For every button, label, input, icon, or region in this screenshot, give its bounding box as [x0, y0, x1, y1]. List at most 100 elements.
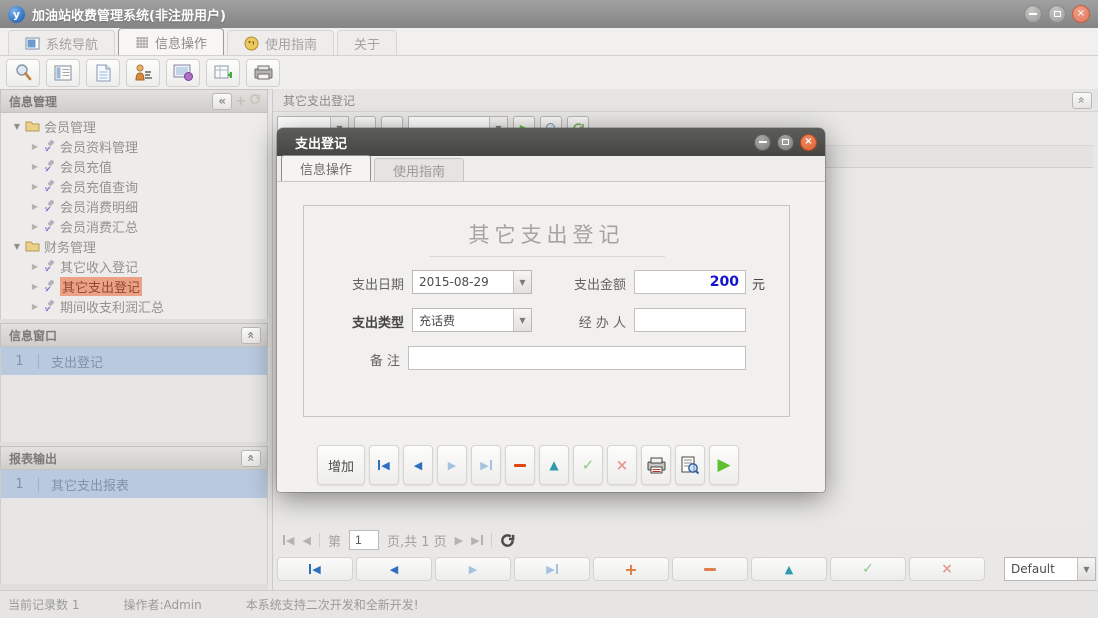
dlg-edit-button[interactable]: ▲	[539, 445, 569, 485]
remark-label: 备 注	[342, 350, 400, 369]
add-icon: +	[235, 94, 246, 109]
expand-closed-icon[interactable]: ▶	[29, 162, 41, 171]
page-prefix-label: 第	[328, 531, 341, 550]
expand-closed-icon[interactable]: ▶	[29, 282, 41, 291]
page-next-button[interactable]: ▶	[455, 534, 463, 547]
handler-input[interactable]	[634, 308, 746, 332]
dlg-print-button[interactable]	[641, 445, 671, 485]
expand-closed-icon[interactable]: ▶	[29, 222, 41, 231]
caret-down-icon: ▼	[513, 309, 531, 331]
expand-closed-icon[interactable]: ▶	[29, 302, 41, 311]
bottom-next-button[interactable]: ▶	[435, 557, 511, 581]
tree-folder-member-mgmt[interactable]: ▼ 会员管理	[1, 116, 267, 136]
dialog-maximize-button[interactable]	[777, 134, 794, 151]
dlg-preview-button[interactable]	[675, 445, 705, 485]
card-list-icon	[54, 65, 72, 81]
table-add-button[interactable]	[206, 59, 240, 87]
dlg-delete-button[interactable]	[505, 445, 535, 485]
edit-record-icon: ▲	[549, 458, 558, 472]
dialog-close-button[interactable]: ×	[800, 134, 817, 151]
close-button[interactable]: ×	[1072, 5, 1090, 23]
expand-closed-icon[interactable]: ▶	[29, 202, 41, 211]
expand-open-icon[interactable]: ▼	[11, 242, 23, 251]
collapse-left-icon: «	[218, 94, 226, 108]
date-label: 支出日期	[342, 274, 404, 293]
dialog-tab-info-operation[interactable]: 信息操作	[281, 155, 371, 181]
page-input[interactable]	[349, 530, 379, 550]
dialog-titlebar: 支出登记 ×	[277, 128, 825, 156]
tool-icon	[43, 300, 56, 312]
bottom-cancel-button[interactable]: ×	[909, 557, 985, 581]
operator-label: 操作者:Admin	[123, 596, 201, 613]
bottom-last-button[interactable]: ▶	[514, 557, 590, 581]
amount-input[interactable]	[634, 270, 746, 294]
tree-item-recharge-query[interactable]: ▶ 会员充值查询	[1, 176, 267, 196]
dlg-next-button[interactable]: ▶	[437, 445, 467, 485]
document-button[interactable]	[86, 59, 120, 87]
dlg-first-button[interactable]: ◀	[369, 445, 399, 485]
tab-info-operation[interactable]: 信息操作	[118, 28, 224, 55]
tab-user-guide[interactable]: 使用指南	[227, 30, 334, 55]
titlebar: y 加油站收费管理系统(非注册用户) ×	[0, 0, 1098, 28]
dlg-run-button[interactable]: ▶	[709, 445, 739, 485]
bottom-first-button[interactable]: ◀	[277, 557, 353, 581]
dlg-prev-button[interactable]: ◀	[403, 445, 433, 485]
dlg-cancel-button[interactable]: ×	[607, 445, 637, 485]
info-window-row[interactable]: 1 支出登记	[1, 347, 267, 375]
monitor-globe-icon	[173, 64, 193, 81]
minimize-icon	[759, 141, 767, 143]
main-panel-collapse-button[interactable]: «	[1072, 92, 1092, 109]
tree-item-member-recharge[interactable]: ▶ 会员充值	[1, 156, 267, 176]
tree-folder-finance-mgmt[interactable]: ▼ 财务管理	[1, 236, 267, 256]
expand-closed-icon[interactable]: ▶	[29, 262, 41, 271]
tree-item-profit-summary[interactable]: ▶ 期间收支利润汇总	[1, 296, 267, 316]
remark-input[interactable]	[408, 346, 746, 370]
bottom-add-button[interactable]: +	[593, 557, 669, 581]
page-first-button[interactable]: ◀	[283, 534, 294, 547]
form-heading: 其它支出登记	[304, 219, 789, 249]
maximize-button[interactable]	[1048, 5, 1066, 23]
info-mgmt-tree: ▼ 会员管理 ▶ 会员资料管理 ▶ 会员充值 ▶ 会员充值查询 ▶	[0, 113, 268, 319]
bottom-post-button[interactable]: ✓	[830, 557, 906, 581]
minimize-icon	[1029, 13, 1037, 15]
tab-about[interactable]: 关于	[337, 30, 397, 55]
page-prev-button[interactable]: ◀	[302, 534, 310, 547]
page-last-button[interactable]: ▶	[471, 534, 482, 547]
type-dropdown[interactable]: 充话费 ▼	[412, 308, 532, 332]
dlg-add-button[interactable]: 增加	[317, 445, 365, 485]
dlg-post-button[interactable]: ✓	[573, 445, 603, 485]
page-refresh-button[interactable]	[500, 533, 515, 548]
search-button[interactable]	[6, 59, 40, 87]
tree-item-other-income[interactable]: ▶ 其它收入登记	[1, 256, 267, 276]
dialog-minimize-button[interactable]	[754, 134, 771, 151]
sidebar-collapse-button[interactable]: «	[212, 93, 232, 110]
printer-button[interactable]	[246, 59, 280, 87]
delete-record-icon	[704, 568, 716, 571]
info-window-collapse-button[interactable]: «	[241, 327, 261, 344]
expense-form: 其它支出登记 支出日期 2015-08-29 ▼ 支出金额 元 支出类型 充话费…	[303, 205, 790, 417]
bottom-delete-button[interactable]	[672, 557, 748, 581]
next-record-icon: ▶	[448, 459, 456, 472]
report-output-row[interactable]: 1 其它支出报表	[1, 470, 267, 498]
tool-icon	[43, 280, 56, 292]
dialog-tab-user-guide[interactable]: 使用指南	[374, 158, 464, 181]
monitor-button[interactable]	[166, 59, 200, 87]
bottom-edit-button[interactable]: ▲	[751, 557, 827, 581]
bottom-prev-button[interactable]: ◀	[356, 557, 432, 581]
expand-open-icon[interactable]: ▼	[11, 122, 23, 131]
date-dropdown[interactable]: 2015-08-29 ▼	[412, 270, 532, 294]
tree-item-consume-summary[interactable]: ▶ 会员消费汇总	[1, 216, 267, 236]
tree-item-consume-detail[interactable]: ▶ 会员消费明细	[1, 196, 267, 216]
tree-item-other-expense[interactable]: ▶ 其它支出登记	[1, 276, 267, 296]
tree-item-member-data[interactable]: ▶ 会员资料管理	[1, 136, 267, 156]
preset-dropdown[interactable]: Default ▼	[1004, 557, 1096, 581]
tab-system-nav[interactable]: 系统导航	[8, 30, 115, 55]
minimize-button[interactable]	[1024, 5, 1042, 23]
card-view-button[interactable]	[46, 59, 80, 87]
expand-closed-icon[interactable]: ▶	[29, 142, 41, 151]
expand-closed-icon[interactable]: ▶	[29, 182, 41, 191]
dlg-last-button[interactable]: ▶	[471, 445, 501, 485]
report-output-collapse-button[interactable]: «	[241, 450, 261, 467]
grid-icon	[135, 36, 149, 49]
operator-button[interactable]	[126, 59, 160, 87]
